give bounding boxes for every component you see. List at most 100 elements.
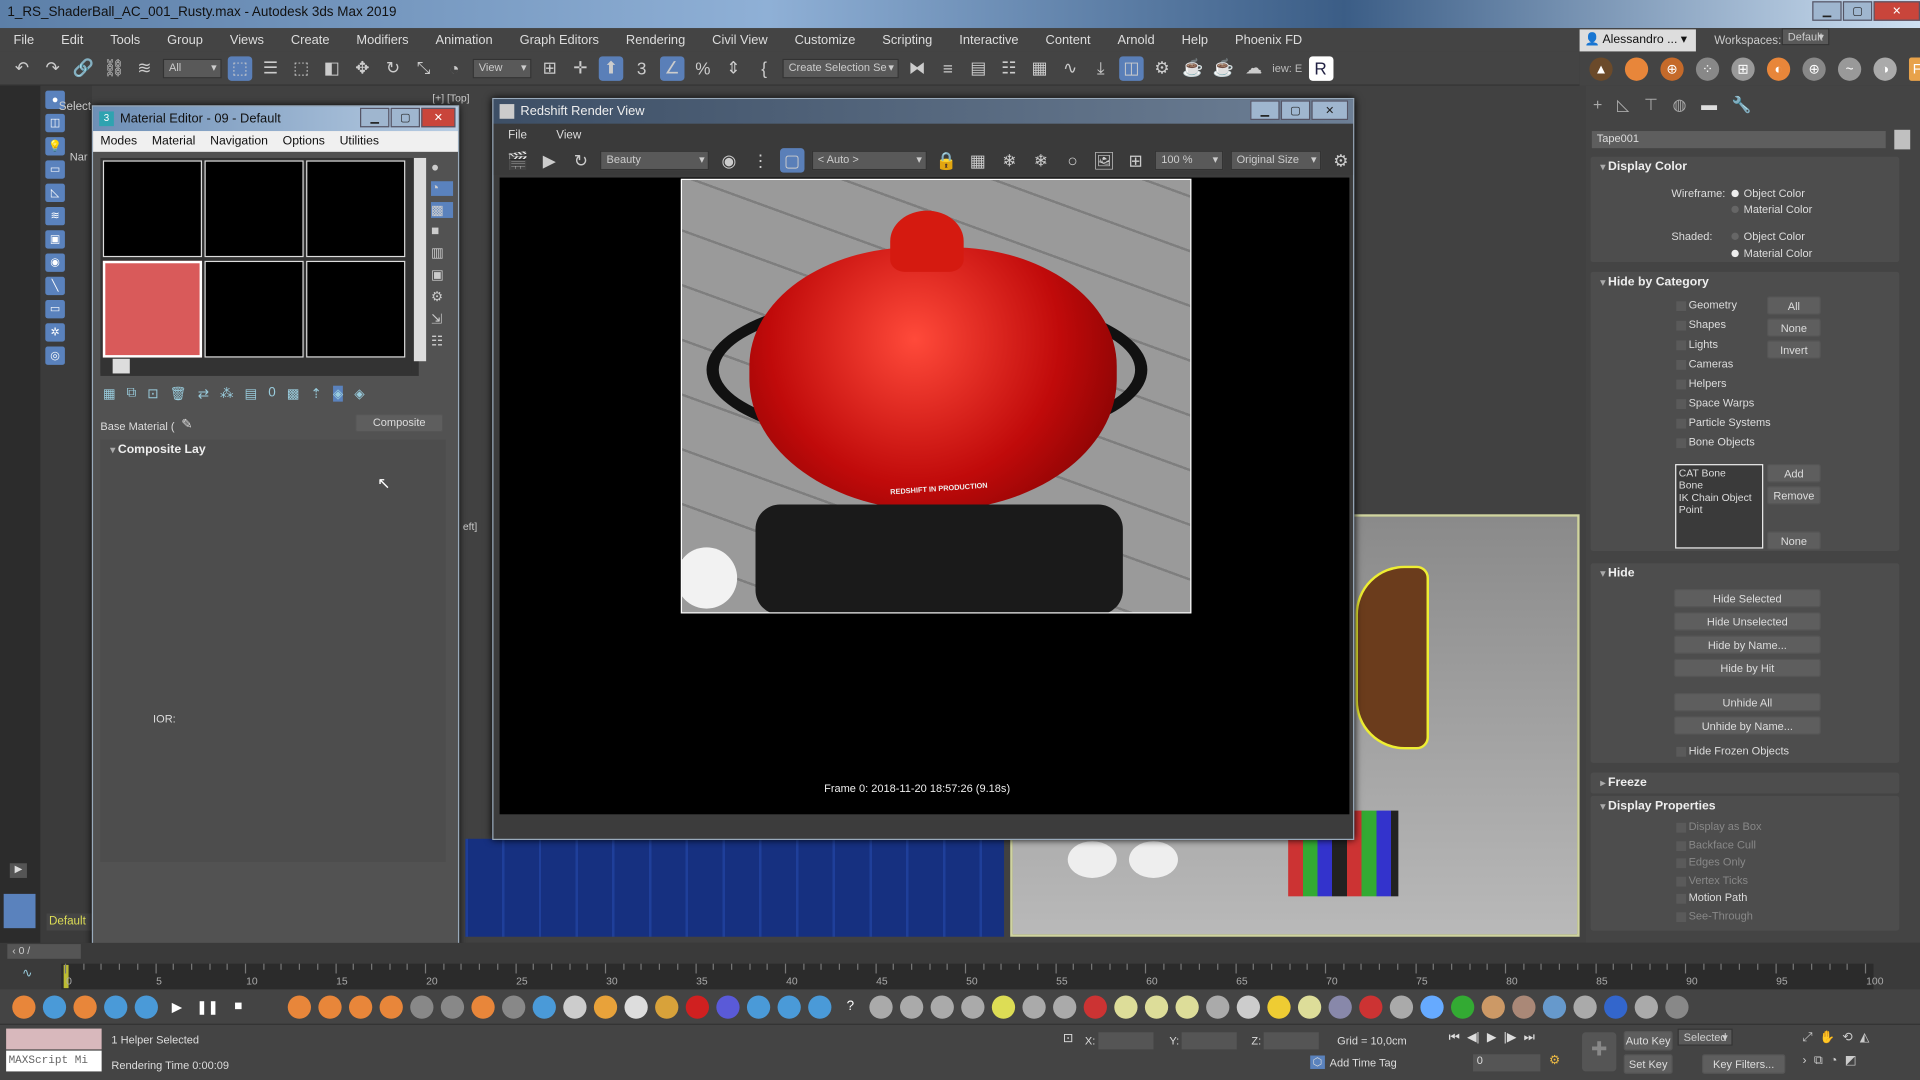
spinner-snap-icon[interactable]: ⇕ <box>721 56 745 80</box>
menu-civil-view[interactable]: Civil View <box>699 32 781 47</box>
modify-tab-icon[interactable]: ◺ <box>1617 96 1629 116</box>
sample-slot[interactable] <box>306 260 406 358</box>
hide-by-hit-button[interactable]: Hide by Hit <box>1673 658 1821 678</box>
milk-preset-icon[interactable] <box>563 994 587 1019</box>
percent-snap-icon[interactable]: % <box>691 56 715 80</box>
minimize-button[interactable]: ▁ <box>1812 1 1842 21</box>
layers-icon[interactable] <box>961 994 985 1019</box>
menu-help[interactable]: Help <box>1168 32 1221 47</box>
left-viewport-label[interactable]: eft] <box>463 520 477 532</box>
schematic-icon[interactable]: ⤓ <box>1089 56 1113 80</box>
explosion-preset-2-icon[interactable] <box>379 994 403 1019</box>
mirror-icon[interactable]: ⧓ <box>905 56 929 80</box>
workspace-dropdown[interactable]: Default <box>1781 28 1829 46</box>
show-end-result-icon[interactable]: ⇡ <box>311 386 322 402</box>
particles-icon[interactable] <box>134 994 158 1019</box>
camera-dropdown[interactable]: < Auto > <box>811 150 927 171</box>
half-sphere-icon[interactable]: ◑ <box>1873 57 1897 81</box>
display-prop-display-as-box[interactable]: Display as Box <box>1676 820 1761 833</box>
menu-views[interactable]: Views <box>216 32 277 47</box>
menu-navigation[interactable]: Navigation <box>203 135 276 148</box>
paint-preset-icon[interactable] <box>716 994 740 1019</box>
uv-tiling-icon[interactable]: ■ <box>431 224 453 239</box>
display-color-header[interactable]: Display Color <box>1591 157 1900 179</box>
rs-volume-icon[interactable] <box>1389 994 1414 1019</box>
add-category-button[interactable]: Add <box>1766 464 1821 483</box>
play-sim-icon[interactable]: ▶ <box>165 995 188 1018</box>
sample-type-icon[interactable]: ● <box>431 160 453 175</box>
viewport-layout-icon[interactable] <box>3 893 36 929</box>
motion-tab-icon[interactable]: ◍ <box>1673 96 1687 116</box>
smoke-preset-2-icon[interactable] <box>440 994 465 1019</box>
key-filters-button[interactable]: Key Filters... <box>1702 1054 1786 1074</box>
render-cloud-icon[interactable]: ☁ <box>1242 56 1266 80</box>
menu-interactive[interactable]: Interactive <box>946 32 1032 47</box>
pause-sim-icon[interactable]: ❚❚ <box>196 995 219 1018</box>
material-editor-icon[interactable]: ◫ <box>1119 55 1144 81</box>
move-icon[interactable]: ✥ <box>350 56 374 80</box>
category-checkbox-helpers[interactable]: Helpers <box>1676 377 1727 390</box>
sphere-icon[interactable] <box>1624 57 1649 81</box>
go-parent-icon[interactable]: ◈ <box>332 385 344 402</box>
sphere-light-icon[interactable] <box>1175 994 1199 1019</box>
maxscript-input[interactable]: MAXScript Mi <box>6 1050 102 1072</box>
background-icon[interactable]: ▩ <box>431 202 454 218</box>
menu-modes[interactable]: Modes <box>93 135 144 148</box>
groups-filter-icon[interactable]: ▣ <box>45 230 65 249</box>
minimize-button[interactable]: ▁ <box>360 107 390 128</box>
wave-icon[interactable]: ~ <box>1837 57 1862 81</box>
category-checkbox-cameras[interactable]: Cameras <box>1676 358 1733 370</box>
grid-sim-icon[interactable] <box>42 994 67 1019</box>
assign-material-icon[interactable]: ⊡ <box>147 386 158 402</box>
backlight-icon[interactable]: ◔ <box>431 181 454 196</box>
angle-snap-icon[interactable]: ∠ <box>660 55 685 81</box>
keyboard-shortcut-icon[interactable]: ⬆ <box>598 55 624 81</box>
select-object-icon[interactable]: ⬚ <box>227 55 253 81</box>
wireframe-object-color-radio[interactable]: Object Color <box>1731 187 1805 200</box>
scale-icon[interactable]: ⤡ <box>411 56 435 80</box>
help-icon[interactable]: ? <box>839 995 862 1018</box>
layer-explorer-icon[interactable]: ☷ <box>997 56 1021 80</box>
unlink-icon[interactable]: ⛓ <box>102 56 126 80</box>
blood-preset-icon[interactable] <box>685 994 709 1019</box>
hair-icon[interactable] <box>1481 994 1505 1019</box>
auto-key-button[interactable]: Auto Key <box>1623 1031 1673 1051</box>
freeze-header[interactable]: Freeze <box>1591 773 1900 795</box>
shapes-filter-icon[interactable]: ◫ <box>45 113 65 133</box>
clear-cache-icon[interactable] <box>257 995 280 1018</box>
menu-view[interactable]: View <box>542 128 596 141</box>
globe-icon[interactable]: ⊕ <box>1660 57 1684 81</box>
arnold-icon[interactable]: ▲ <box>1589 57 1613 81</box>
curve-editor-icon[interactable]: ∿ <box>1058 56 1082 80</box>
field-of-view-icon[interactable]: ◭ <box>1860 1031 1869 1044</box>
liquid-preset-icon[interactable] <box>532 994 556 1019</box>
material-effects-icon[interactable]: 0 <box>268 386 276 402</box>
display-tab-icon[interactable]: ▬ <box>1701 96 1717 116</box>
ocean-preset-icon[interactable] <box>808 994 832 1019</box>
snap-3d-icon[interactable]: 3 <box>629 56 653 80</box>
display-prop-see-through[interactable]: See-Through <box>1676 909 1753 922</box>
fire-preset-icon[interactable] <box>287 994 312 1019</box>
steam-preset-icon[interactable] <box>502 994 526 1019</box>
z-coordinate-field[interactable] <box>1263 1032 1319 1050</box>
menu-create[interactable]: Create <box>277 32 343 47</box>
category-list-item[interactable]: Point <box>1679 503 1760 515</box>
close-button[interactable]: ✕ <box>421 107 456 128</box>
material-editor-titlebar[interactable]: 3 Material Editor - 09 - Default ▁ ▢ ✕ <box>93 106 458 132</box>
go-sibling-icon[interactable]: ◈ <box>354 386 364 402</box>
go-to-end-icon[interactable]: ⏭ <box>1524 1031 1535 1044</box>
sun-icon[interactable] <box>1267 994 1291 1019</box>
moon-icon[interactable]: ◐ <box>1766 57 1791 81</box>
material-navigator-icon[interactable]: ☷ <box>431 333 453 349</box>
category-checkbox-particle-systems[interactable]: Particle Systems <box>1676 416 1771 429</box>
cone-light-icon[interactable] <box>1236 994 1261 1019</box>
menu-utilities[interactable]: Utilities <box>332 135 386 148</box>
unhide-all-button[interactable]: Unhide All <box>1673 693 1821 712</box>
frozen-filter-icon[interactable]: ✲ <box>45 323 65 342</box>
maximize-button[interactable]: ▢ <box>1280 100 1311 121</box>
fire-preset-2-icon[interactable] <box>318 994 342 1019</box>
menu-file[interactable]: File <box>0 32 48 47</box>
placement-icon[interactable]: ◔ <box>442 56 466 80</box>
menu-content[interactable]: Content <box>1032 32 1104 47</box>
user-menu[interactable]: 👤 Alessandro ... ▾ <box>1579 29 1696 52</box>
